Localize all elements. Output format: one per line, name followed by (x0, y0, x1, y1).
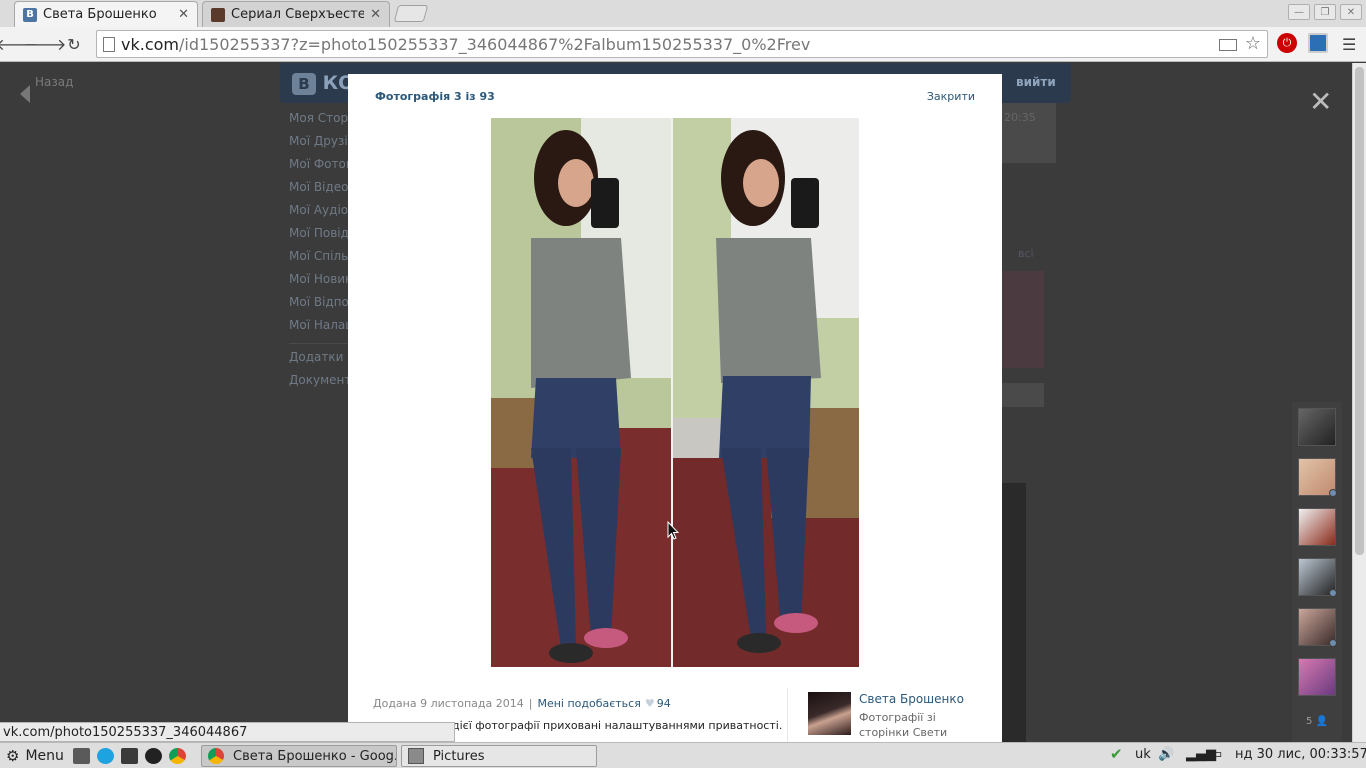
back-link[interactable]: Назад (35, 75, 73, 89)
chrome-icon[interactable] (169, 748, 186, 764)
user-icon: 👤 (1315, 716, 1329, 727)
gear-icon: ⚙ (6, 747, 20, 765)
scrollbar-thumb[interactable] (1355, 67, 1364, 555)
skype-icon[interactable] (97, 748, 114, 764)
url-text: vk.com/id150255337?z=photo150255337_3460… (121, 35, 810, 54)
clock[interactable]: нд 30 лис, 00:33:57 (1235, 747, 1366, 762)
heart-icon[interactable]: ♥ (645, 697, 655, 710)
taskbar-window-chrome[interactable]: Света Брошенко - Goog... (201, 745, 397, 767)
reload-icon[interactable]: ↻ (63, 33, 85, 55)
vk-logo-mark: В (292, 73, 316, 95)
bg-time: 20:35 (1004, 111, 1036, 124)
online-indicator-icon (1329, 489, 1337, 497)
page-icon (103, 37, 115, 52)
bg-image (1002, 483, 1026, 742)
status-url-bubble: vk.com/photo150255337_346044867 (0, 722, 455, 742)
meta-separator: | (528, 697, 533, 710)
like-link[interactable]: Мені подобається (537, 697, 640, 710)
taskbar-window-title: Света Брошенко - Goog... (233, 748, 397, 764)
online-count-value: 5 (1306, 716, 1313, 727)
chat-avatar[interactable] (1298, 658, 1336, 696)
url-path: /id150255337?z=photo150255337_346044867%… (179, 35, 811, 54)
keyboard-layout[interactable]: uk (1135, 747, 1151, 762)
chat-avatar[interactable] (1298, 458, 1337, 497)
url-host: vk.com (121, 35, 179, 54)
close-tab-icon[interactable]: ✕ (178, 7, 189, 22)
owner-avatar[interactable] (808, 692, 851, 735)
bg-bar (1002, 383, 1044, 407)
chrome-icon (208, 748, 224, 764)
star-icon[interactable]: ☆ (1245, 33, 1261, 54)
photo-viewer: Фотографія 3 із 93 Закрити Додана 9 лист… (348, 74, 1002, 742)
taskbar: ⚙ Menu Света Брошенко - Goog... Pictures … (0, 742, 1366, 768)
browser-toolbar: 🡐 🡒 ↻ vk.com/id150255337?z=photo15025533… (0, 27, 1366, 62)
hamburger-menu-icon[interactable]: ☰ (1342, 35, 1356, 54)
photo-meta: Додана 9 листопада 2014 | Мені подобається… (373, 697, 671, 710)
back-arrow-icon[interactable] (20, 85, 30, 103)
online-indicator-icon (1329, 639, 1337, 647)
new-tab-button[interactable] (393, 5, 429, 22)
chat-avatar[interactable] (1298, 508, 1336, 546)
photo-image[interactable] (491, 118, 859, 667)
added-date: Додана 9 листопада 2014 (373, 697, 524, 710)
tab-vk-profile[interactable]: B Света Брошенко ✕ (14, 1, 198, 27)
online-indicator-icon (1329, 589, 1337, 597)
media-player-icon[interactable] (145, 748, 162, 764)
like-count[interactable]: 94 (657, 697, 671, 710)
vk-icon: B (23, 7, 37, 22)
restore-button[interactable]: ❐ (1314, 4, 1336, 20)
logout-link[interactable]: вийти (1016, 75, 1056, 89)
owner-album-link[interactable]: Фотографії зі сторінки Свети (859, 710, 969, 740)
photo-thumb[interactable] (1002, 271, 1044, 368)
close-window-button[interactable]: ✕ (1340, 4, 1362, 20)
tab-title: Света Брошенко (43, 7, 157, 22)
minimize-button[interactable]: — (1288, 4, 1310, 20)
pidgin-icon[interactable] (73, 748, 90, 764)
page-scrollbar[interactable] (1352, 63, 1366, 742)
close-overlay-icon[interactable]: ✕ (1309, 85, 1332, 118)
photo-counter: Фотографія 3 із 93 (375, 90, 495, 103)
film-icon (211, 7, 225, 22)
photo-collage (491, 118, 859, 667)
chat-sidebar: 5 👤 (1292, 402, 1342, 742)
mouse-cursor-icon (667, 521, 679, 540)
chat-avatar[interactable] (1298, 558, 1337, 597)
extension-icon[interactable] (1308, 33, 1328, 53)
taskbar-window-pictures[interactable]: Pictures (401, 745, 597, 767)
taskbar-window-title: Pictures (433, 748, 485, 764)
adblock-extension-icon[interactable]: ⏻ (1277, 33, 1297, 53)
start-menu-button[interactable]: ⚙ Menu (6, 747, 64, 765)
cast-icon[interactable] (1219, 39, 1237, 51)
tab-strip: B Света Брошенко ✕ Сериал Сверхъестест ✕… (0, 0, 1366, 27)
terminal-icon[interactable] (121, 748, 138, 764)
meta-divider (787, 688, 788, 742)
tab-title: Сериал Сверхъестест (231, 7, 365, 22)
close-link[interactable]: Закрити (927, 90, 975, 103)
close-tab-icon[interactable]: ✕ (370, 7, 381, 22)
owner-name-link[interactable]: Света Брошенко (859, 692, 964, 706)
start-menu-label: Menu (25, 748, 64, 764)
volume-icon[interactable]: 🔊 (1158, 747, 1174, 762)
privacy-note: дієї фотографії приховані налаштуваннями… (452, 719, 783, 732)
battery-icon[interactable]: ▭ (1210, 747, 1222, 762)
tab-series[interactable]: Сериал Сверхъестест ✕ (202, 1, 390, 27)
online-count[interactable]: 5 👤 (1306, 716, 1328, 727)
bg-all-link[interactable]: всі (1018, 247, 1034, 260)
chat-avatar[interactable] (1298, 408, 1336, 446)
chat-avatar[interactable] (1298, 608, 1337, 647)
folder-icon (408, 748, 424, 764)
update-check-icon[interactable]: ✔ (1110, 745, 1123, 763)
address-bar[interactable]: vk.com/id150255337?z=photo150255337_3460… (96, 30, 1268, 58)
forward-arrow-icon[interactable]: 🡒 (24, 33, 67, 55)
